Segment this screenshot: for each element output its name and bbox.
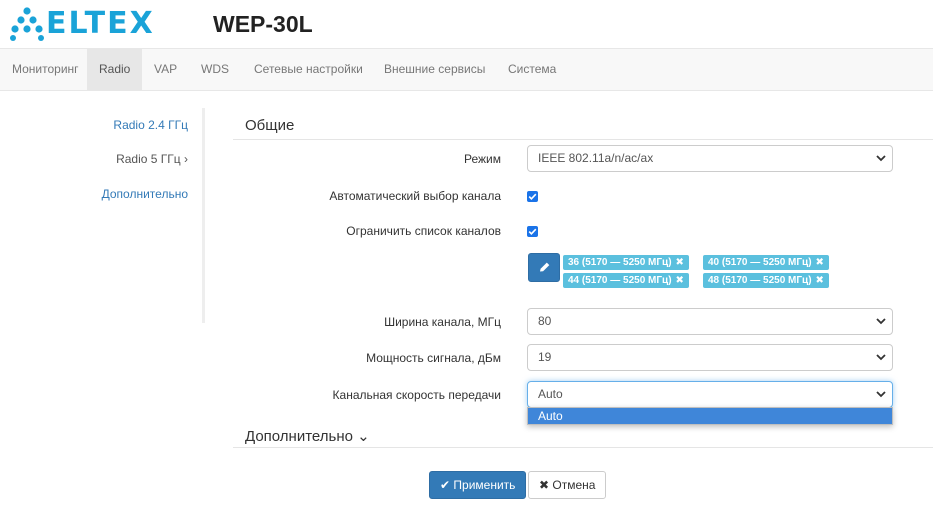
channel-tag-label: 36 (5170 — 5250 МГц) [568,257,672,268]
pencil-icon [540,262,550,272]
close-icon[interactable]: ✖ [816,275,824,286]
close-icon[interactable]: ✖ [816,257,824,268]
channel-rate-value: Auto [538,387,563,401]
channel-tag-label: 48 (5170 — 5250 МГц) [708,275,812,286]
channel-tag: 48 (5170 — 5250 МГц) ✖ [703,273,829,288]
nav-vap[interactable]: VAP [142,49,189,90]
apply-button[interactable]: ✔ Применить [429,471,527,499]
logo-dots-icon [10,7,44,41]
app-header: ELTEX WEP-30L [0,0,933,48]
nav-monitoring[interactable]: Мониторинг [0,49,91,90]
section-divider [233,139,933,140]
signal-power-label: Мощность сигнала, дБм [366,351,501,365]
dropdown-option[interactable]: Auto [528,408,892,424]
channel-rate-select[interactable]: Auto [527,381,893,408]
product-title: WEP-30L [213,11,313,37]
nav-network-settings[interactable]: Сетевые настройки [242,49,375,90]
edit-channels-button[interactable] [528,253,560,282]
logo-text: ELTEX [46,6,155,41]
sidebar-item-radio-5[interactable]: Radio 5 ГГц › [116,152,188,166]
sidebar-item-advanced[interactable]: Дополнительно [102,187,188,201]
nav-wds[interactable]: WDS [189,49,241,90]
channel-tag-label: 44 (5170 — 5250 МГц) [568,275,672,286]
limit-channels-checkbox[interactable] [527,226,538,237]
mode-select-value: IEEE 802.11a/n/ac/ax [538,151,654,165]
check-icon [528,193,537,200]
channel-tag: 40 (5170 — 5250 МГц) ✖ [703,255,829,270]
close-icon[interactable]: ✖ [676,275,684,286]
chevron-down-icon [876,382,886,407]
chevron-down-icon [876,309,886,334]
auto-channel-label: Автоматический выбор канала [329,189,501,203]
channel-width-select[interactable]: 80 [527,308,893,335]
check-icon [528,228,537,235]
chevron-down-icon [876,146,886,171]
channel-width-label: Ширина канала, МГц [384,315,501,329]
section-title-general: Общие [245,117,295,134]
channel-rate-dropdown: Auto [527,407,893,425]
main-navbar: Мониторинг Radio VAP WDS Сетевые настрой… [0,48,933,91]
nav-radio[interactable]: Radio [87,49,143,90]
mode-label: Режим [464,152,501,166]
channel-tag: 36 (5170 — 5250 МГц) ✖ [563,255,689,270]
signal-power-select[interactable]: 19 [527,344,893,371]
limit-channels-label: Ограничить список каналов [346,224,501,238]
eltex-logo: ELTEX [10,7,160,41]
auto-channel-checkbox[interactable] [527,191,538,202]
channel-width-value: 80 [538,314,552,328]
radio-sidebar: Radio 2.4 ГГц Radio 5 ГГц › Дополнительн… [0,108,205,323]
channel-tag: 44 (5170 — 5250 МГц) ✖ [563,273,689,288]
nav-system[interactable]: Система [496,49,568,90]
sidebar-item-radio-24[interactable]: Radio 2.4 ГГц [113,118,188,132]
section-divider [233,447,933,448]
mode-select[interactable]: IEEE 802.11a/n/ac/ax [527,145,893,172]
nav-external-services[interactable]: Внешние сервисы [372,49,497,90]
chevron-down-icon [876,345,886,370]
section-title-advanced[interactable]: Дополнительно ⌄ [245,427,370,445]
close-icon[interactable]: ✖ [676,257,684,268]
cancel-button[interactable]: ✖ Отмена [528,471,607,499]
signal-power-value: 19 [538,350,552,364]
channel-tag-label: 40 (5170 — 5250 МГц) [708,257,812,268]
channel-rate-label: Канальная скорость передачи [332,388,501,402]
